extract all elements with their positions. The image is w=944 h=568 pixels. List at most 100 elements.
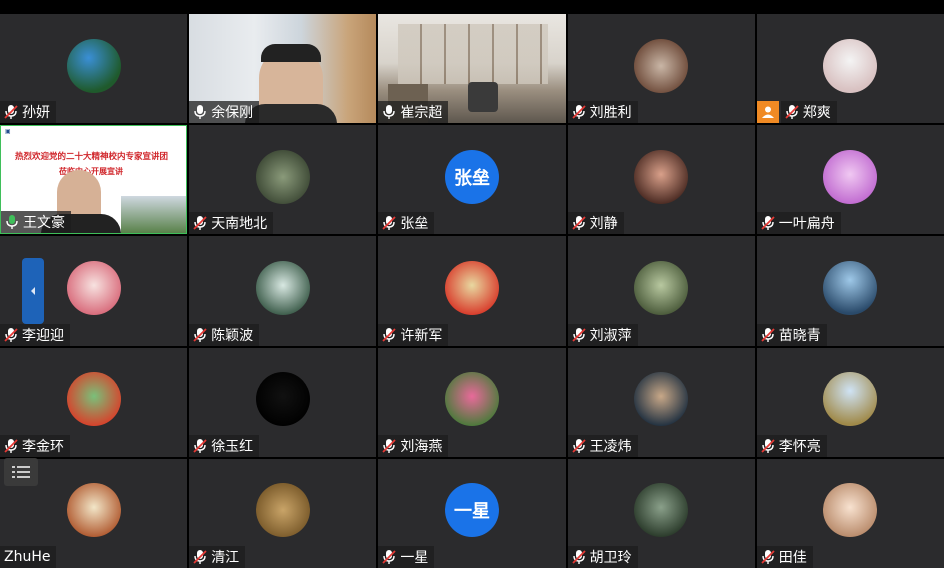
participant-nameplate: 刘淑萍 (567, 323, 638, 346)
participant-nameplate: 天南地北 (189, 212, 274, 235)
participant-tile[interactable]: ▣ 热烈欢迎党的二十大精神校内专家宣讲团 莅临中心开展宣讲 王文豪 (0, 125, 188, 235)
painting-icon (634, 483, 689, 538)
participant-tile[interactable]: 陈颖波 (189, 236, 377, 346)
mic-muted-icon (571, 438, 586, 453)
participant-nameplate: 余保刚 (189, 101, 260, 124)
participant-tile[interactable]: 清江 (189, 458, 377, 568)
participant-nameplate: 王文豪 (1, 211, 71, 234)
participant-tile[interactable]: 刘胜利 (567, 14, 755, 124)
photo-icon (255, 149, 310, 204)
cartoon-icon (66, 483, 121, 538)
flower-icon (66, 260, 121, 315)
participant-nameplate: 李迎迎 (0, 323, 70, 346)
participant-list-button[interactable] (4, 458, 38, 486)
participant-nameplate: 刘胜利 (567, 101, 638, 124)
participant-name: 刘静 (589, 216, 618, 233)
mic-icon (194, 105, 206, 120)
mic-muted-icon (571, 216, 586, 231)
participant-tile[interactable]: 李金环 (0, 347, 188, 457)
participant-tile[interactable]: 田佳 (756, 458, 944, 568)
participant-nameplate: 清江 (189, 545, 246, 568)
participant-name: 郑爽 (802, 105, 831, 122)
participant-name: 一叶扁舟 (778, 216, 835, 233)
participant-tile[interactable]: 刘静 (567, 125, 755, 235)
mic-muted-icon (382, 549, 397, 564)
photo-icon (255, 372, 310, 427)
participant-tile[interactable]: 王凌炜 (567, 347, 755, 457)
participant-name: 刘淑萍 (589, 327, 632, 344)
participant-tile[interactable]: 一叶扁舟 (756, 125, 944, 235)
participant-nameplate: 李怀亮 (756, 434, 827, 457)
mic-muted-icon (571, 327, 586, 342)
participant-name: 李金环 (22, 438, 64, 455)
participant-name: 徐玉红 (211, 438, 254, 455)
participant-nameplate: 徐玉红 (189, 434, 260, 457)
participant-grid: 孙妍 余保刚 崔宗超 刘胜利 郑爽 ▣ 热烈欢迎党的二十大精神校内专家宣讲团 莅临中心开展宣讲… (0, 14, 944, 568)
participant-name: 天南地北 (211, 216, 268, 233)
participant-tile[interactable]: 李怀亮 (756, 347, 944, 457)
mic-muted-icon (761, 549, 775, 564)
participant-tile[interactable]: 徐玉红 (189, 347, 377, 457)
participant-tile[interactable]: 天南地北 (189, 125, 377, 235)
photo-icon (634, 260, 689, 315)
photo-icon (634, 372, 689, 427)
waterfall-icon (255, 260, 310, 315)
participant-name: ZhuHe (4, 548, 51, 565)
collapse-panel-button[interactable] (22, 258, 44, 324)
chevron-left-icon (31, 287, 35, 295)
participant-nameplate: 崔宗超 (378, 101, 449, 124)
participant-tile[interactable]: 郑爽 (756, 14, 944, 124)
avatar-text: 一星 (444, 483, 499, 538)
mic-muted-icon (193, 549, 207, 564)
participant-tile[interactable]: 刘淑萍 (567, 236, 755, 346)
participant-name: 田佳 (778, 549, 807, 566)
mic-muted-icon (382, 438, 397, 453)
participant-nameplate: 胡卫玲 (567, 545, 638, 568)
participant-tile[interactable]: 刘海燕 (378, 347, 566, 457)
slide-title-line1: 热烈欢迎党的二十大精神校内专家宣讲团 (15, 152, 169, 163)
mic-muted-icon (193, 438, 207, 453)
participant-name: 陈颖波 (211, 327, 254, 344)
participant-tile[interactable]: 余保刚 (189, 14, 377, 124)
participant-name: 苗晓青 (778, 327, 821, 344)
participant-nameplate: 刘静 (567, 212, 624, 235)
mic-muted-icon (4, 327, 18, 342)
mic-muted-icon (761, 438, 775, 453)
photo-icon (634, 149, 689, 204)
participant-tile[interactable]: 许新军 (378, 236, 566, 346)
participant-tile[interactable]: 胡卫玲 (567, 458, 755, 568)
participant-name: 孙妍 (22, 105, 50, 122)
mic-muted-icon (571, 549, 586, 564)
photo-icon (823, 38, 878, 93)
mic-muted-icon (761, 327, 775, 342)
calligraphy-icon (255, 483, 310, 538)
participant-tile[interactable]: 张垒 张垒 (378, 125, 566, 235)
avatar-text: 张垒 (444, 149, 499, 204)
participant-nameplate: 许新军 (378, 323, 449, 346)
participant-tile[interactable]: 一星 一星 (378, 458, 566, 568)
mic-muted-icon (382, 327, 397, 342)
participant-nameplate: 一星 (378, 545, 435, 568)
mic-muted-icon (382, 216, 397, 231)
participant-name: 一星 (400, 549, 429, 566)
photo-icon (823, 149, 878, 204)
landscape-icon (66, 38, 121, 93)
participant-tile[interactable]: 崔宗超 (378, 14, 566, 124)
mic-muted-icon (193, 327, 207, 342)
photo-icon (444, 260, 499, 315)
participant-nameplate: 苗晓青 (756, 323, 827, 346)
participant-tile[interactable]: 孙妍 (0, 14, 188, 124)
participant-nameplate: 王凌炜 (567, 434, 638, 457)
mic-muted-icon (4, 105, 18, 120)
participant-nameplate: 刘海燕 (378, 434, 449, 457)
participant-name: 清江 (211, 549, 240, 566)
participant-name: 王凌炜 (589, 438, 632, 455)
participant-name: 胡卫玲 (589, 549, 632, 566)
participant-nameplate: 李金环 (0, 434, 70, 457)
list-icon (12, 466, 30, 478)
sea-icon (823, 260, 878, 315)
participant-tile[interactable]: 苗晓青 (756, 236, 944, 346)
mic-muted-icon (4, 438, 18, 453)
participant-nameplate: 一叶扁舟 (756, 212, 841, 235)
participant-nameplate: 郑爽 (780, 101, 837, 124)
